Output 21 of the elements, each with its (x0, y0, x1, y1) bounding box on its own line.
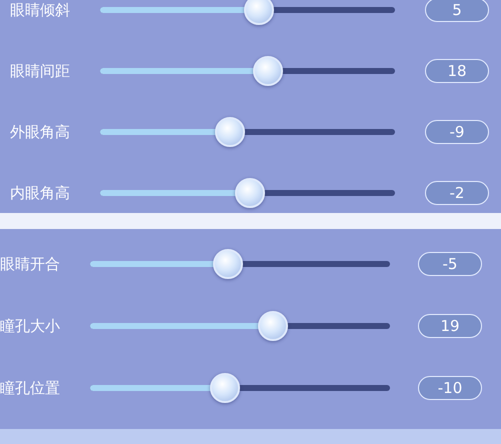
value-field[interactable]: 5 (425, 0, 489, 22)
slider-label: 内眼角高 (10, 184, 71, 202)
slider-label: 外眼角高 (10, 122, 71, 142)
value-field[interactable]: -5 (418, 252, 482, 276)
value-field[interactable]: 19 (418, 314, 482, 338)
value-field[interactable]: -10 (418, 376, 482, 400)
value-field[interactable]: -9 (425, 120, 489, 144)
slider-thumb[interactable] (210, 373, 240, 403)
slider-label: 瞳孔大小 (0, 316, 61, 336)
slider-thumb[interactable] (253, 56, 284, 86)
slider-label: 瞳孔位置 (0, 378, 61, 398)
slider-label: 眼睛开合 (0, 254, 61, 274)
slider-thumb[interactable] (244, 0, 274, 25)
slider-thumb[interactable] (214, 117, 245, 147)
value-field[interactable]: 18 (425, 59, 489, 83)
value-field[interactable]: -2 (425, 181, 489, 205)
slider-thumb[interactable] (258, 311, 288, 341)
slider-label: 眼睛倾斜 (10, 0, 71, 20)
slider-label: 眼睛间距 (10, 62, 71, 80)
slider-thumb[interactable] (213, 249, 243, 279)
slider-thumb[interactable] (235, 178, 266, 208)
